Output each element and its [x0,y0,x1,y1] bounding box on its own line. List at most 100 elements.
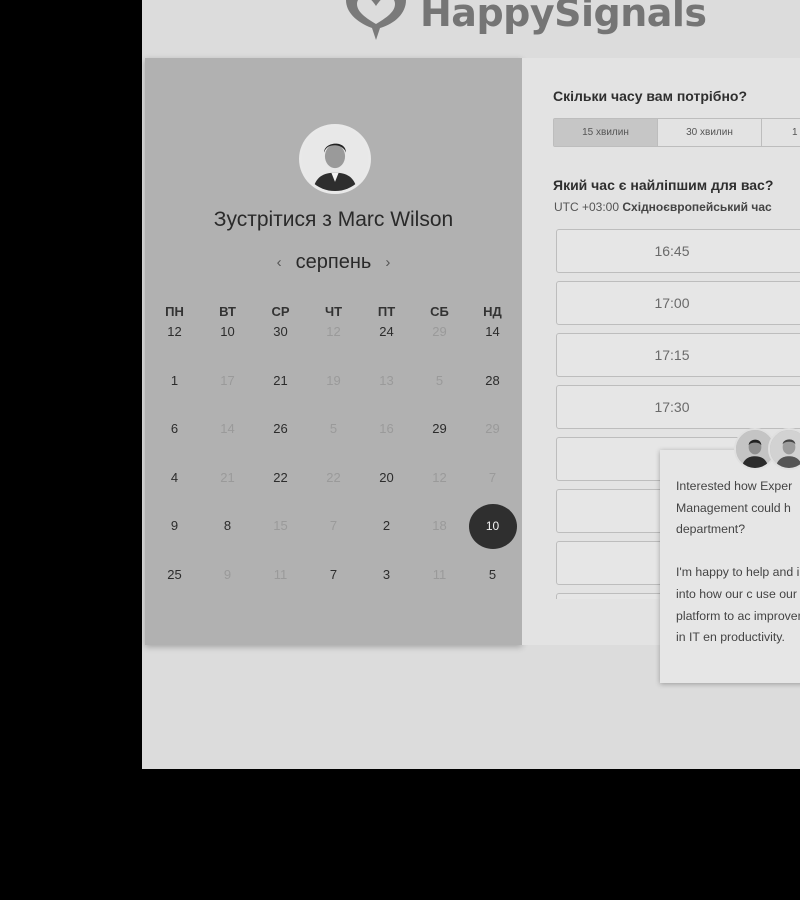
chat-agent-avatars[interactable] [734,428,800,470]
calendar-day-number: 1 [170,372,179,388]
calendar-day-number: 14 [485,324,500,339]
calendar-day-number: 26 [273,421,288,436]
calendar-day: 17 [201,373,254,422]
weekday-label: НД [483,304,502,319]
calendar-day[interactable]: 25 [148,567,201,616]
calendar-day: 19 [307,373,360,422]
calendar-day[interactable]: 9 [148,518,201,567]
weekday-label: СБ [430,304,449,319]
calendar-day[interactable]: 14 [466,324,519,373]
calendar-day-selected[interactable]: 10 [466,504,519,567]
calendar-day-number: 20 [379,469,394,485]
calendar-day: 29 [413,324,466,373]
calendar-day[interactable]: 4 [148,470,201,519]
duration-option-30[interactable]: 30 хвилин [658,119,762,146]
brand-logo[interactable]: HappySignals [342,0,707,44]
chat-paragraph: I'm happy to help and insight into how o… [676,565,800,645]
agent-avatar [768,428,800,470]
calendar-day: 12 [307,324,360,373]
calendar-day[interactable]: 3 [360,567,413,616]
calendar-day: 14 [201,421,254,470]
calendar-day-number: 22 [326,469,341,485]
calendar-day-number: 5 [488,566,497,582]
chat-paragraph: Interested how Exper Management could h … [676,479,793,537]
calendar-day-number: 4 [170,469,179,485]
calendar-day: 7 [307,518,360,567]
calendar-day-number: 24 [379,324,394,339]
calendar-day: 18 [413,518,466,567]
prev-month-button[interactable]: ‹ [277,254,282,271]
calendar-day-number: 29 [432,324,447,339]
calendar-day[interactable]: 8 [201,518,254,567]
calendar-grid: 12 10 30 12 24 29 14 1 17 21 19 13 5 28 6 14 26 5 16 29 29 4 2… [148,324,519,615]
calendar-day[interactable]: 5 [466,567,519,616]
calendar-day-number: 19 [326,372,341,388]
weekday-label: ВТ [219,304,236,319]
duration-option-15[interactable]: 15 хвилин [554,119,658,146]
calendar-day[interactable]: 10 [201,324,254,373]
calendar-day-number: 7 [488,469,497,485]
calendar-day: 11 [254,567,307,616]
calendar-day[interactable]: 29 [413,421,466,470]
calendar-day-number: 22 [273,469,288,485]
calendar-day-number: 3 [382,566,391,582]
calendar-day-number: 2 [382,518,391,533]
calendar-day[interactable]: 26 [254,421,307,470]
weekday-label: СР [271,304,290,319]
time-slot-button[interactable]: 17:15 [556,333,800,377]
duration-option-60[interactable]: 1 [762,119,800,146]
calendar-day[interactable]: 7 [307,567,360,616]
weekday-label: ЧТ [324,304,343,319]
time-question: Який час є найліпшим для вас? [553,177,774,193]
calendar-day[interactable]: 28 [466,373,519,422]
host-avatar [299,124,371,194]
calendar-day-number: 21 [220,469,235,485]
calendar-day: 21 [201,470,254,519]
time-slot-button[interactable]: 17:00 [556,281,800,325]
calendar-day: 11 [413,567,466,616]
calendar-day-number: 6 [170,421,179,436]
calendar-day-number: 10 [220,324,235,339]
calendar-day[interactable]: 21 [254,373,307,422]
calendar-day-number: 16 [379,421,394,436]
calendar-day[interactable]: 20 [360,470,413,519]
calendar-day-number: 5 [329,421,338,436]
calendar-day-number: 29 [485,421,500,436]
timezone-offset: UTC +03:00 [554,200,620,214]
time-slot-button[interactable]: 17:30 [556,385,800,429]
next-month-button[interactable]: › [385,254,390,271]
calendar-day-number: 30 [273,324,288,339]
calendar-day[interactable]: 22 [254,470,307,519]
calendar-day[interactable]: 6 [148,421,201,470]
calendar-day-number: 12 [326,324,341,339]
chat-popup[interactable]: Interested how Exper Management could h … [660,450,800,683]
calendar-day[interactable]: 1 [148,373,201,422]
calendar-day-number: 9 [223,566,232,582]
weekday-label: ПТ [377,304,396,319]
calendar-day-number: 29 [432,421,447,436]
month-label: серпень [295,251,372,273]
calendar-day[interactable]: 2 [360,518,413,567]
calendar-day: 9 [201,567,254,616]
calendar-day: 12 [413,470,466,519]
calendar-panel: Зустрітися з Marc Wilson ‹ серпень › ПН В… [145,58,522,645]
calendar-day[interactable]: 24 [360,324,413,373]
duration-selector: 15 хвилин 30 хвилин 1 [553,118,800,147]
timezone-label[interactable]: UTC +03:00 Східноєвропейський час [554,200,772,214]
meeting-title: Зустрітися з Marc Wilson [213,208,454,231]
calendar-day[interactable]: 30 [254,324,307,373]
calendar-day-number: 14 [220,421,235,436]
calendar-day-number: 12 [167,324,182,339]
time-slot-button[interactable]: 16:45 [556,229,800,273]
calendar-day: 13 [360,373,413,422]
heart-speech-bubble-icon [342,0,410,44]
calendar-day-number: 11 [432,566,447,582]
duration-question: Скільки часу вам потрібно? [553,88,748,104]
calendar-day-number: 21 [273,372,288,388]
calendar-day[interactable]: 12 [148,324,201,373]
calendar-day-number: 7 [329,518,338,533]
timezone-name: Східноєвропейський час [622,200,772,214]
calendar-day: 16 [360,421,413,470]
chat-message: Interested how Exper Management could h … [676,476,800,670]
month-navigation: ‹ серпень › [145,251,522,274]
